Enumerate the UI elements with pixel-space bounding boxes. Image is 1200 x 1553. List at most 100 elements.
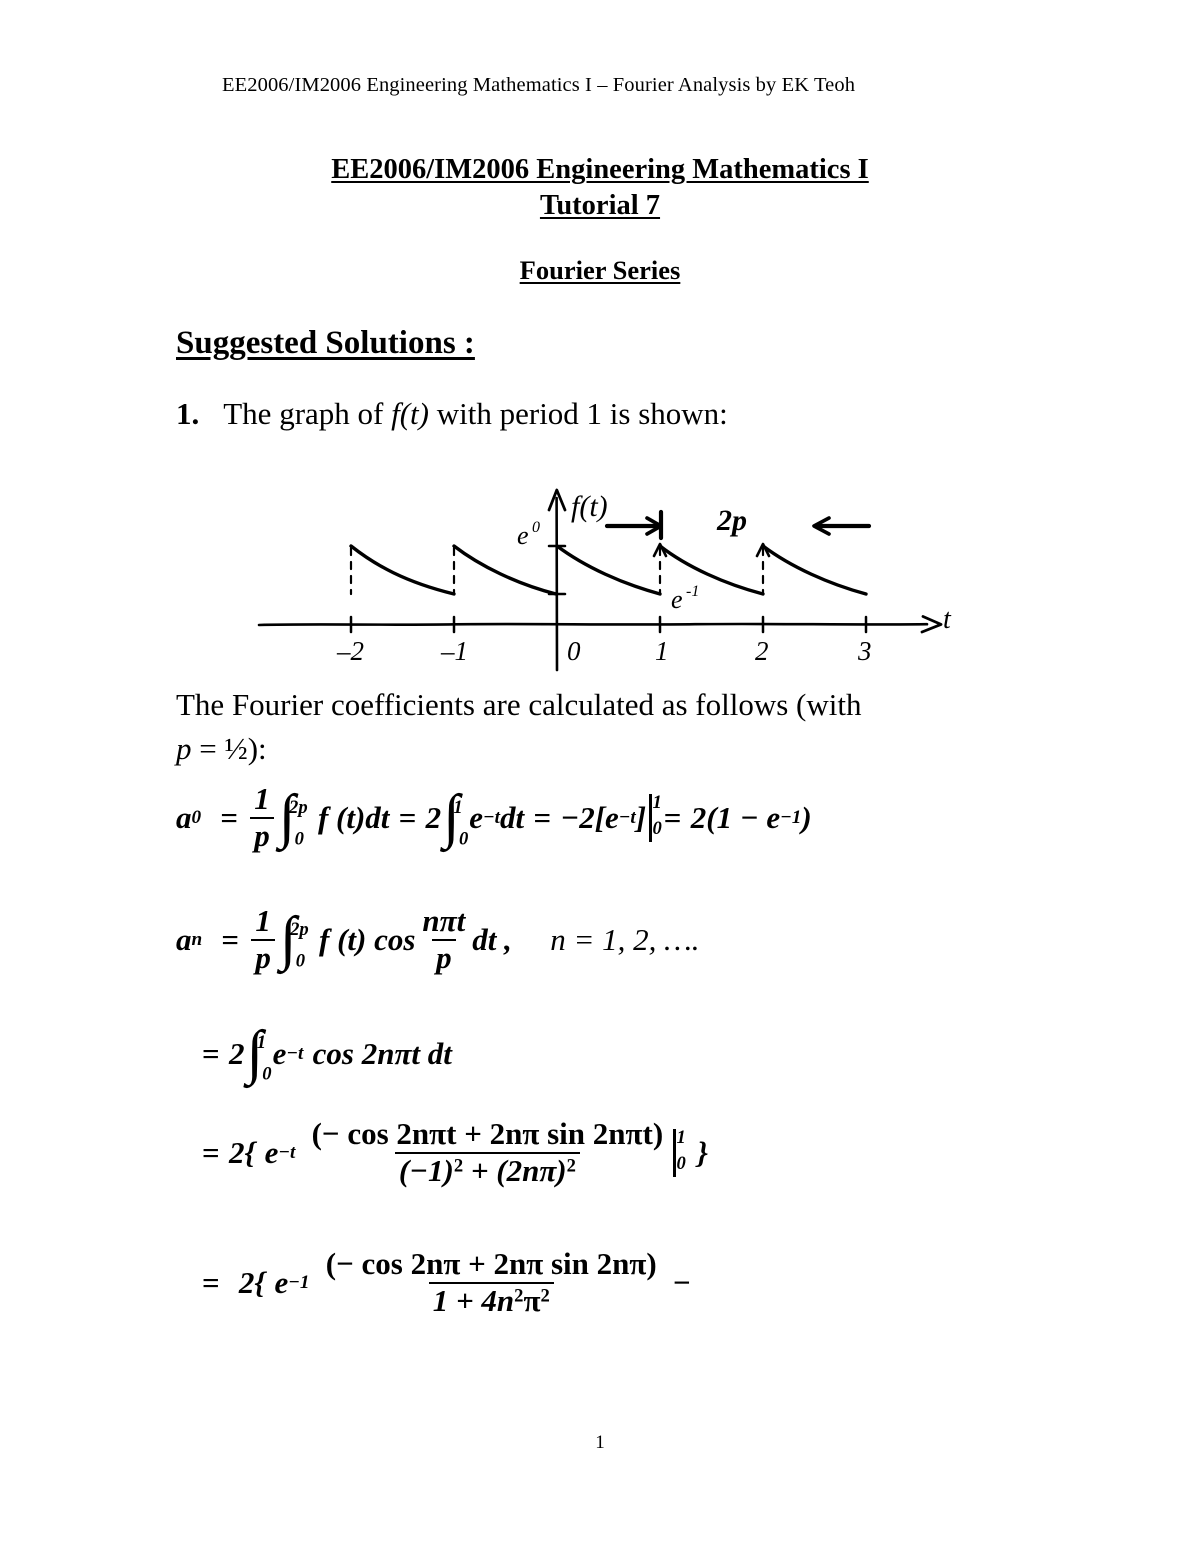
a0-integrand-2-exponent: −t <box>483 806 501 828</box>
question-text-part-b: with period 1 is shown: <box>429 396 728 431</box>
curve-segment-0-to-1 <box>555 544 662 596</box>
evaluation-bar-icon <box>649 793 652 842</box>
line4-main-fraction: (− cos 2nπt + 2nπ sin 2nπt) (−1)2 + (2nπ… <box>308 1116 668 1188</box>
a0-result-exponent: −t <box>618 806 636 828</box>
document-title-line-2: Tutorial 7 <box>0 188 1200 224</box>
an-cosine-argument-fraction: nπt p <box>418 904 469 975</box>
figure-x-axis-label: t <box>943 604 952 635</box>
figure-xtick-label-1: 1 <box>655 636 669 666</box>
evaluation-bar-icon <box>673 1128 676 1177</box>
a0-eval-upper: 1 <box>652 791 662 813</box>
line5-equals: = <box>202 1264 220 1300</box>
line5-main-fraction: (− cos 2nπ + 2nπ sin 2nπ) 1 + 4n2π2 <box>322 1246 661 1318</box>
a0-integrand-2-dt: dt <box>500 799 525 835</box>
a0-frac-denominator: p <box>250 816 274 853</box>
a0-int1-upper-limit: 2p <box>289 796 308 818</box>
a0-symbol: a <box>176 799 192 835</box>
a0-evaluation-bar: 1 0 <box>649 791 662 842</box>
figure-period-label: 2p <box>716 504 747 537</box>
line4-e-exponent: −t <box>278 1141 296 1163</box>
question-function-symbol: f <box>391 396 400 431</box>
line4-e: e <box>264 1134 279 1170</box>
a0-int2-upper-limit: 1 <box>453 796 463 818</box>
line4-den-part-a: (−1) <box>398 1152 454 1188</box>
line4-eval-lower: 0 <box>676 1153 686 1175</box>
document-subject-text: Fourier Series <box>519 254 681 285</box>
an-index-range: n = 1, 2, …. <box>550 921 700 957</box>
line4-coefficient: 2{ <box>228 1134 256 1170</box>
figure-peak-label: e <box>517 521 529 550</box>
line4-closing-brace: } <box>697 1134 708 1170</box>
equation-line-5: = 2{ e −1 (− cos 2nπ + 2nπ sin 2nπ) 1 + 4… <box>202 1246 691 1318</box>
figure-peak-exponent: 0 <box>532 519 540 536</box>
figure-trough-label: e <box>671 585 683 614</box>
an-fraction-1-over-p: 1 p <box>251 903 275 975</box>
a0-equals-1: = <box>220 799 238 835</box>
a0-integrand-1: f (t)dt <box>317 799 390 835</box>
figure-trough-exponent: -1 <box>686 583 699 600</box>
line5-e: e <box>274 1264 289 1300</box>
an-integrand: f (t) cos <box>319 921 416 957</box>
line4-eval-upper: 1 <box>676 1126 686 1148</box>
a0-result-part-b: ] <box>635 799 647 835</box>
line4-frac-numerator: (− cos 2nπt + 2nπ sin 2nπt) <box>311 1116 664 1151</box>
line3-e: e <box>272 1035 287 1071</box>
a0-frac-numerator: 1 <box>254 781 270 816</box>
line5-trailing-minus: − <box>672 1264 691 1300</box>
section-heading-text: Suggested Solutions : <box>176 325 475 361</box>
running-header: EE2006/IM2006 Engineering Mathematics I … <box>222 74 856 96</box>
a0-equals-2: = <box>398 799 417 835</box>
a0-integral-1: ∫ 2p 0 <box>279 786 308 849</box>
equation-line-4: = 2{ e −t (− cos 2nπt + 2nπ sin 2nπt) (−1… <box>202 1116 708 1188</box>
line3-int-upper-limit: 1 <box>256 1032 267 1054</box>
line4-den-exponent-2: 2 <box>566 1155 576 1177</box>
a0-equals-3: = <box>533 799 552 835</box>
figure-xtick-label--1: –1 <box>440 636 468 666</box>
question-text-part-a: The graph of <box>223 396 392 431</box>
document-page: EE2006/IM2006 Engineering Mathematics I … <box>0 0 1200 1553</box>
a0-subscript: 0 <box>191 806 202 828</box>
a0-final-exponent: −1 <box>780 806 802 828</box>
line5-frac-denominator: 1 + 4n2π2 <box>428 1281 554 1318</box>
line4-frac-denominator: (−1)2 + (2nπ)2 <box>394 1151 580 1188</box>
an-frac-denominator: p <box>251 938 275 975</box>
an-symbol: a <box>176 921 192 957</box>
a0-final-part-b: ) <box>801 799 812 835</box>
an-dt: dt , <box>472 921 512 957</box>
an-equals: = <box>221 921 240 957</box>
a0-eval-lower: 0 <box>652 818 662 840</box>
line4-den-exponent-1: 2 <box>453 1155 464 1177</box>
paragraph-p-symbol: p <box>176 731 192 767</box>
question-function-arg: (t) <box>399 396 429 431</box>
figure-y-axis-label: f(t) <box>571 490 608 523</box>
line4-den-part-b: + (2nπ) <box>463 1152 567 1188</box>
equation-a0: a0 = 1 p ∫ 2p 0 f (t)dt = 2 ∫ 1 0 e −t d… <box>176 781 812 853</box>
figure-xtick-label-0: 0 <box>567 636 581 666</box>
line5-frac-numerator: (− cos 2nπ + 2nπ sin 2nπ) <box>325 1246 657 1281</box>
an-cos-frac-denominator: p <box>432 938 456 975</box>
a0-integrand-2-e: e <box>469 799 484 835</box>
section-heading: Suggested Solutions : <box>176 325 475 362</box>
an-frac-numerator: 1 <box>255 903 271 938</box>
a0-integral-2: ∫ 1 0 <box>443 786 468 849</box>
line3-rest: cos 2nπt dt <box>312 1035 452 1071</box>
figure-xtick-label-2: 2 <box>755 636 769 666</box>
line3-integral: ∫ 1 0 <box>246 1022 271 1085</box>
line4-equals: = <box>202 1134 220 1170</box>
document-title-line-1-text: EE2006/IM2006 Engineering Mathematics I <box>331 154 869 185</box>
a0-int1-lower-limit: 0 <box>294 828 304 850</box>
a0-int2-lower-limit: 0 <box>458 828 469 850</box>
x-axis-line <box>257 622 929 627</box>
a0-coefficient-2: 2 <box>425 799 442 835</box>
curve-segment-2-to-3 <box>761 544 868 596</box>
figure-xtick-label--2: –2 <box>336 636 364 666</box>
line3-coefficient: 2 <box>228 1035 245 1071</box>
page-number: 1 <box>595 1432 605 1453</box>
document-subject: Fourier Series <box>0 255 1200 286</box>
line3-equals: = <box>202 1035 220 1071</box>
line3-e-exponent: −t <box>286 1042 304 1064</box>
equation-line-3: = 2 ∫ 1 0 e −t cos 2nπt dt <box>202 1022 452 1085</box>
document-title-line-1: EE2006/IM2006 Engineering Mathematics I <box>0 152 1200 188</box>
figure-xtick-label-3: 3 <box>857 636 872 666</box>
a0-fraction-1-over-p: 1 p <box>250 781 274 853</box>
